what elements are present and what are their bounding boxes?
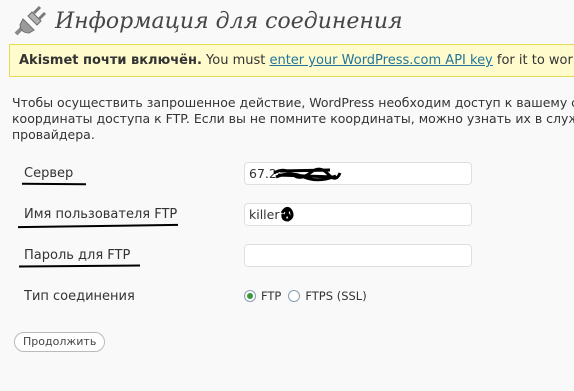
- ftps-radio-label[interactable]: FTPS (SSL): [305, 289, 366, 303]
- notice-plugin-name: Akismet почти включён.: [19, 53, 202, 68]
- notice-text-before: You must: [201, 53, 270, 68]
- page-header: Информация для соединения: [12, 4, 403, 38]
- notice-text-after: for it to work.: [496, 53, 574, 68]
- connection-type-radio-group: FTP FTPS (SSL): [244, 289, 374, 303]
- connection-type-label: Тип соединения: [24, 289, 135, 304]
- intro-line-3: провайдера.: [12, 127, 95, 142]
- intro-line-2: координаты доступа к FTP. Если вы не пом…: [12, 111, 574, 126]
- intro-text: Чтобы осуществить запрошенное действие, …: [12, 95, 574, 143]
- ftp-radio-label[interactable]: FTP: [261, 289, 281, 303]
- page-title: Информация для соединения: [55, 8, 403, 34]
- akismet-notice: Akismet почти включён. You must enter yo…: [9, 44, 574, 77]
- intro-line-1: Чтобы осуществить запрошенное действие, …: [12, 95, 574, 110]
- server-label: Сервер: [24, 166, 74, 181]
- ftp-radio[interactable]: [244, 290, 256, 302]
- username-value-scribble: [280, 206, 294, 222]
- radio-selected-dot: [247, 293, 253, 299]
- password-label: Пароль для FTP: [24, 248, 131, 263]
- proceed-button[interactable]: Продолжить: [14, 332, 106, 352]
- plug-icon: [12, 5, 48, 37]
- password-label-underline: [18, 264, 141, 268]
- password-input[interactable]: [244, 244, 472, 267]
- server-label-underline: [21, 182, 87, 186]
- username-label-underline: [17, 223, 179, 229]
- username-label: Имя пользователя FTP: [24, 207, 178, 222]
- server-value-scribble: [273, 167, 342, 182]
- api-key-link[interactable]: enter your WordPress.com API key: [269, 53, 492, 68]
- ftps-radio[interactable]: [288, 290, 301, 302]
